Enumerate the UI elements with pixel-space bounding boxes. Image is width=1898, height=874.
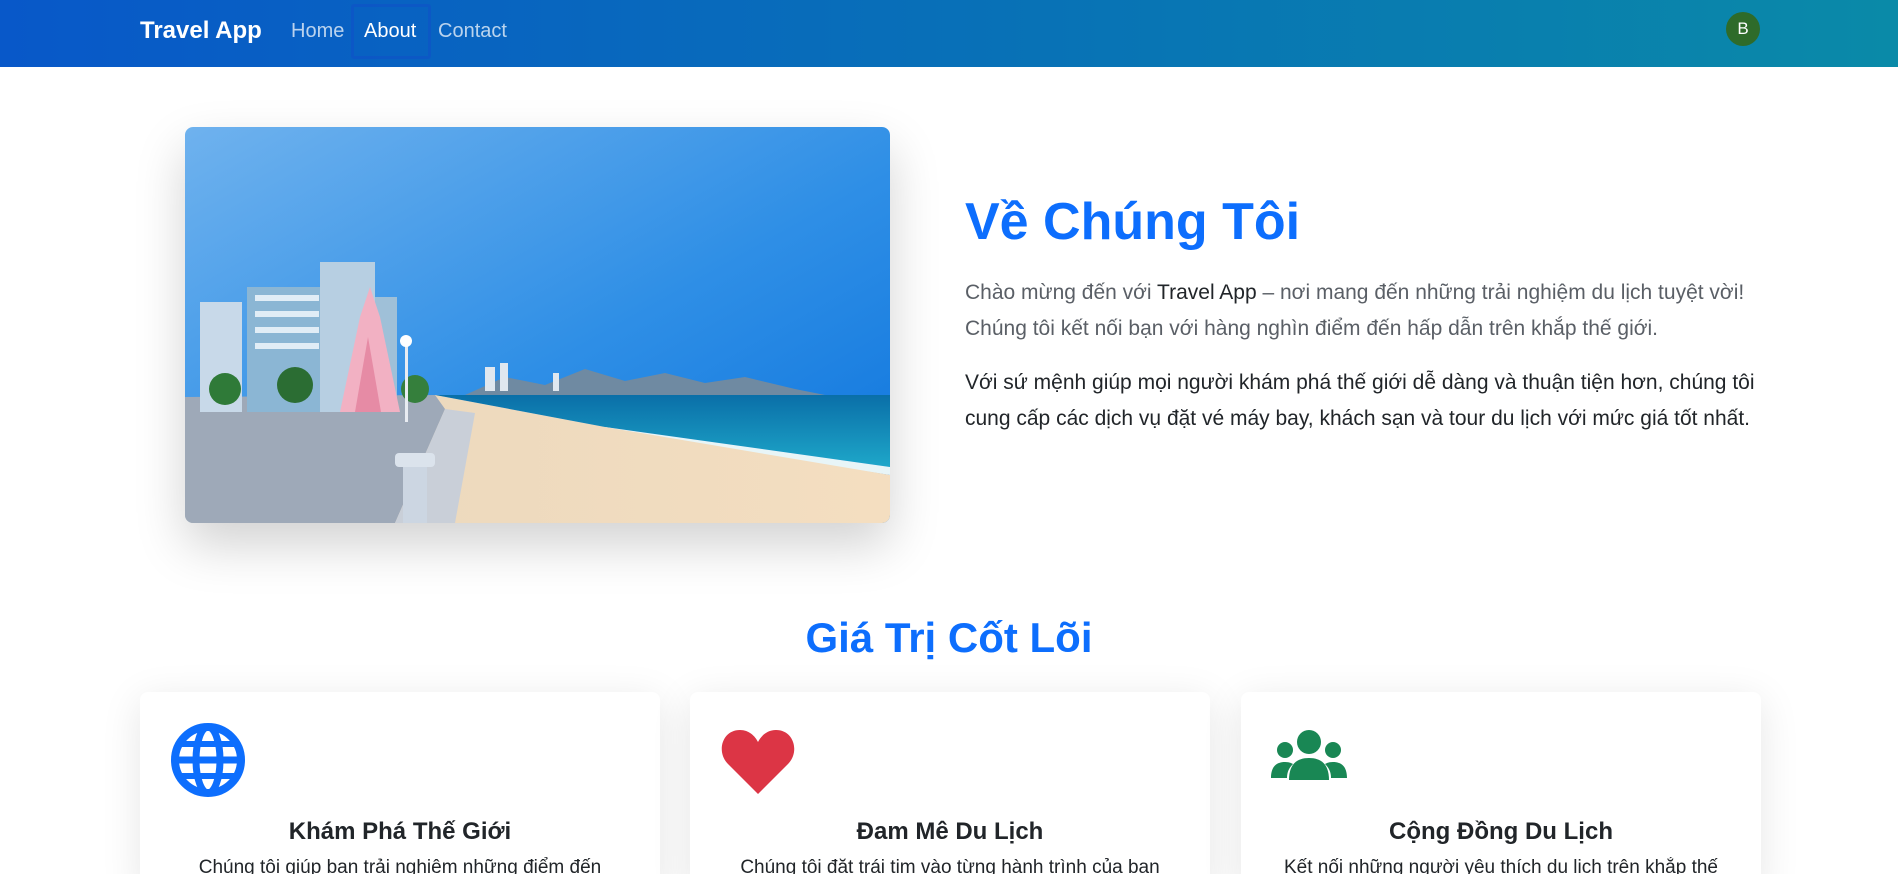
card-title: Cộng Đồng Du Lịch [1389,818,1613,845]
lead-app-name: Travel App [1157,281,1257,304]
value-card-explore: Khám Phá Thế Giới Chúng tôi giúp bạn trả… [140,692,660,874]
card-title: Khám Phá Thế Giới [288,818,512,845]
users-icon [1271,722,1347,798]
lead-paragraph: Chào mừng đến với Travel App – nơi mang … [965,275,1765,347]
card-text: Chúng tôi giúp bạn trải nghiệm những điể… [198,857,602,874]
lead-prefix: Chào mừng đến với [965,281,1158,304]
nav-link-about[interactable]: About [364,20,416,43]
card-text: Chúng tôi đặt trái tim vào từng hành trì… [740,857,1160,874]
brand-logo[interactable]: Travel App [140,17,262,45]
heart-icon [720,722,796,798]
nav-link-contact[interactable]: Contact [438,20,507,43]
value-card-passion: Đam Mê Du Lịch Chúng tôi đặt trái tim và… [690,692,1210,874]
top-navbar: Travel App Home About Contact B [0,0,1898,67]
card-text: Kết nối những người yêu thích du lịch tr… [1283,857,1718,874]
about-title: Về Chúng Tôi [965,193,1301,251]
value-card-community: Cộng Đồng Du Lịch Kết nối những người yê… [1241,692,1761,874]
beach-city-photo [185,127,890,523]
hero-image [185,127,890,523]
core-values-title: Giá Trị Cốt Lõi [805,614,1093,661]
nav-link-home[interactable]: Home [291,20,344,43]
user-avatar[interactable]: B [1726,12,1760,46]
globe-icon [170,722,246,798]
mission-paragraph: Với sứ mệnh giúp mọi người khám phá thế … [965,371,1755,430]
card-title: Đam Mê Du Lịch [856,818,1044,845]
